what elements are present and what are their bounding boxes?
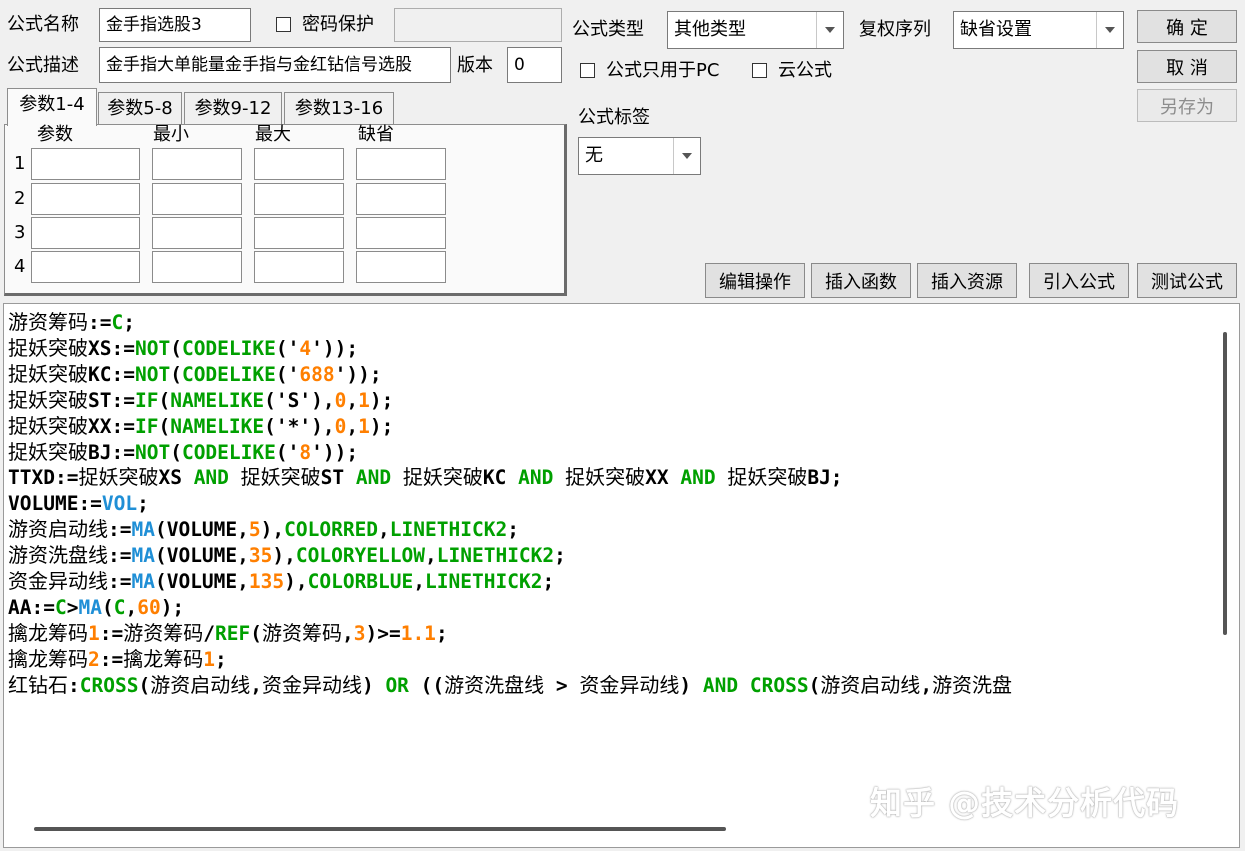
code-line[interactable]: 资金异动线:=MA(VOLUME,135),COLORBLUE,LINETHIC… <box>8 569 1216 595</box>
code-line[interactable]: 擒龙筹码2:=擒龙筹码1; <box>8 647 1216 673</box>
version-input[interactable]: 0 <box>507 47 562 83</box>
password-protect-label: 密码保护 <box>302 14 374 35</box>
watermark-text: 知乎 @技术分析代码 <box>870 784 1180 822</box>
code-line[interactable]: 捉妖突破KC:=NOT(CODELIKE('688')); <box>8 362 1216 388</box>
param-max-input[interactable] <box>254 217 344 249</box>
param-name-input[interactable] <box>31 217 140 249</box>
insert-function-button[interactable]: 插入函数 <box>811 263 911 298</box>
pc-only-checkbox[interactable] <box>580 63 595 78</box>
code-line[interactable]: TTXD:=捉妖突破XS AND 捉妖突破ST AND 捉妖突破KC AND 捉… <box>8 465 1216 491</box>
version-label: 版本 <box>457 55 493 76</box>
formula-tag-select[interactable]: 无 <box>578 137 701 175</box>
tab-params-1-4[interactable]: 参数1-4 <box>7 88 97 126</box>
formula-type-label: 公式类型 <box>572 19 644 40</box>
formula-code-editor[interactable]: 游资筹码:=C; 捉妖突破XS:=NOT(CODELIKE('4')); 捉妖突破K… <box>3 303 1240 848</box>
param-min-input[interactable] <box>152 183 242 215</box>
param-header-min: 最小 <box>153 124 189 145</box>
password-input <box>394 8 562 42</box>
param-min-input[interactable] <box>152 148 242 180</box>
import-formula-button[interactable]: 引入公式 <box>1029 263 1129 298</box>
param-row-number: 4 <box>14 256 26 277</box>
param-name-input[interactable] <box>31 251 140 283</box>
horizontal-scrollbar[interactable] <box>34 827 726 831</box>
param-row-number: 3 <box>14 222 26 243</box>
insert-resource-button[interactable]: 插入资源 <box>917 263 1017 298</box>
param-default-input[interactable] <box>356 183 446 215</box>
code-line[interactable]: 擒龙筹码1:=游资筹码/REF(游资筹码,3)>=1.1; <box>8 621 1216 647</box>
param-header-name: 参数 <box>37 124 73 145</box>
rights-sequence-label: 复权序列 <box>859 19 931 40</box>
tab-params-5-8[interactable]: 参数5-8 <box>98 92 182 125</box>
code-line[interactable]: AA:=C>MA(C,60); <box>8 595 1216 621</box>
param-min-input[interactable] <box>152 251 242 283</box>
code-line[interactable]: VOLUME:=VOL; <box>8 491 1216 517</box>
param-max-input[interactable] <box>254 183 344 215</box>
param-default-input[interactable] <box>356 148 446 180</box>
formula-desc-label: 公式描述 <box>7 55 79 76</box>
code-line[interactable]: 红钻石:CROSS(游资启动线,资金异动线) OR ((游资洗盘线 > 资金异动… <box>8 673 1216 699</box>
test-formula-button[interactable]: 测试公式 <box>1137 263 1237 298</box>
save-as-button: 另存为 <box>1137 89 1237 122</box>
formula-desc-input[interactable]: 金手指大单能量金手指与金红钻信号选股 <box>99 47 451 83</box>
code-line[interactable]: 捉妖突破ST:=IF(NAMELIKE('S'),0,1); <box>8 388 1216 414</box>
param-name-input[interactable] <box>31 148 140 180</box>
tab-params-13-16[interactable]: 参数13-16 <box>284 92 394 125</box>
formula-name-label: 公式名称 <box>7 14 79 35</box>
password-protect-checkbox[interactable] <box>276 17 291 32</box>
vertical-scrollbar[interactable] <box>1223 332 1227 635</box>
chevron-down-icon[interactable] <box>1096 12 1123 48</box>
ok-button[interactable]: 确 定 <box>1137 10 1237 43</box>
pc-only-label: 公式只用于PC <box>606 60 720 81</box>
rights-sequence-select[interactable]: 缺省设置 <box>953 11 1124 49</box>
param-row-number: 2 <box>14 188 26 209</box>
param-name-input[interactable] <box>31 183 140 215</box>
code-line[interactable]: 游资洗盘线:=MA(VOLUME,35),COLORYELLOW,LINETHI… <box>8 543 1216 569</box>
code-line[interactable]: 游资筹码:=C; <box>8 310 1216 336</box>
cloud-formula-label: 云公式 <box>778 60 832 81</box>
formula-name-input[interactable]: 金手指选股3 <box>99 8 251 42</box>
code-line[interactable]: 游资启动线:=MA(VOLUME,5),COLORRED,LINETHICK2; <box>8 517 1216 543</box>
cancel-button[interactable]: 取 消 <box>1137 50 1237 83</box>
code-line[interactable]: 捉妖突破BJ:=NOT(CODELIKE('8')); <box>8 440 1216 466</box>
code-line[interactable]: 捉妖突破XS:=NOT(CODELIKE('4')); <box>8 336 1216 362</box>
param-row-number: 1 <box>14 153 26 174</box>
param-header-default: 缺省 <box>358 124 394 145</box>
code-line[interactable]: 捉妖突破XX:=IF(NAMELIKE('*'),0,1); <box>8 414 1216 440</box>
formula-type-select[interactable]: 其他类型 <box>667 11 844 49</box>
param-default-input[interactable] <box>356 251 446 283</box>
code-text[interactable]: 游资筹码:=C; 捉妖突破XS:=NOT(CODELIKE('4')); 捉妖突破K… <box>8 310 1216 699</box>
chevron-down-icon[interactable] <box>816 12 843 48</box>
param-max-input[interactable] <box>254 148 344 180</box>
cloud-formula-checkbox[interactable] <box>752 63 767 78</box>
edit-operations-button[interactable]: 编辑操作 <box>705 263 805 298</box>
param-header-max: 最大 <box>255 124 291 145</box>
formula-tag-value: 无 <box>585 145 603 166</box>
param-max-input[interactable] <box>254 251 344 283</box>
param-default-input[interactable] <box>356 217 446 249</box>
formula-tag-label: 公式标签 <box>578 107 650 128</box>
chevron-down-icon[interactable] <box>673 138 700 174</box>
tab-params-9-12[interactable]: 参数9-12 <box>184 92 282 125</box>
param-min-input[interactable] <box>152 217 242 249</box>
rights-sequence-value: 缺省设置 <box>960 19 1032 40</box>
formula-type-value: 其他类型 <box>674 19 746 40</box>
